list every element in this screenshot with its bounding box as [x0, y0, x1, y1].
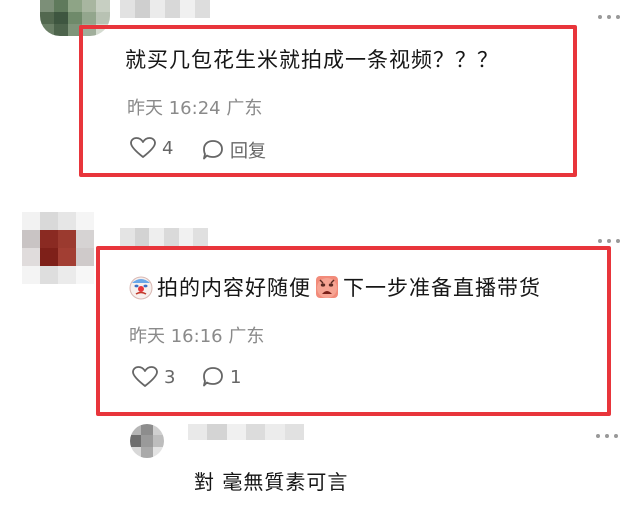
like-button[interactable]: 3: [132, 366, 175, 388]
like-count: 4: [162, 137, 174, 159]
heart-outline-icon: [132, 366, 158, 387]
avatar[interactable]: [22, 212, 94, 284]
heart-outline-icon: [130, 137, 156, 158]
avatar[interactable]: [130, 424, 164, 458]
username-blurred: [120, 228, 208, 246]
comment-text: 拍的内容好随便 下一步准备直播带货: [128, 272, 541, 302]
username-blurred: [120, 0, 210, 18]
crying-clown-emoji-icon: [129, 276, 153, 300]
more-dots-icon[interactable]: [598, 14, 620, 20]
comment-meta: 昨天 16:24 广东: [127, 98, 263, 119]
reply-label: 回复: [230, 141, 266, 162]
comment-text-part2: 下一步准备直播带货: [343, 276, 541, 300]
more-dots-icon[interactable]: [598, 238, 620, 244]
more-dots-icon[interactable]: [596, 433, 618, 439]
reply-count: 1: [230, 366, 242, 388]
speech-bubble-icon: [203, 367, 223, 387]
comment-text-part1: 拍的内容好随便: [157, 276, 311, 300]
anguished-face-emoji-icon: [316, 276, 338, 298]
comment-meta: 昨天 16:16 广东: [129, 326, 265, 347]
speech-bubble-icon: [203, 140, 223, 160]
username-blurred: [188, 424, 304, 440]
comment-text: 就买几包花生米就拍成一条视频？？？: [125, 48, 499, 72]
like-count: 3: [164, 366, 176, 388]
reply-button[interactable]: 回复: [202, 137, 266, 163]
like-button[interactable]: 4: [130, 137, 173, 159]
reply-button[interactable]: 1: [202, 366, 241, 388]
reply-text: 對 毫無質素可言: [194, 470, 349, 494]
